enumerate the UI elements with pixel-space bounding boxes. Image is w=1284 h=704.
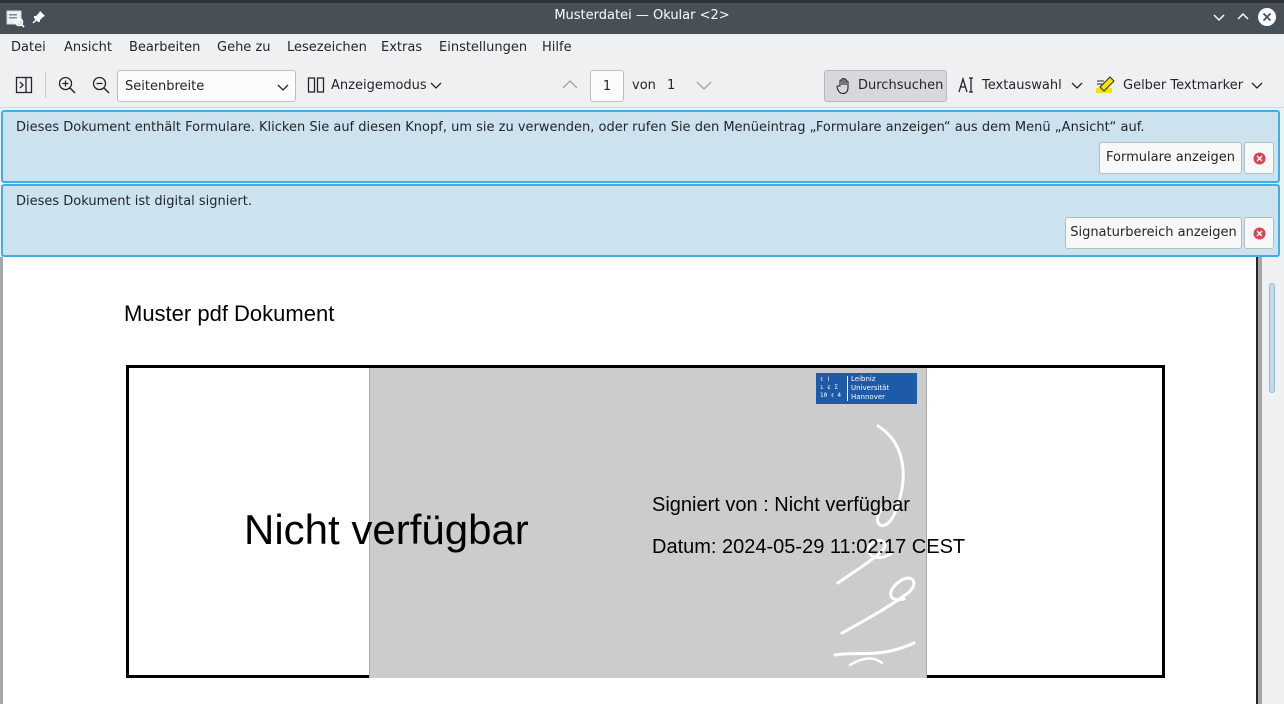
signature-infobar-message: Dieses Dokument ist digital signiert. — [16, 194, 252, 209]
previous-page-icon[interactable] — [561, 76, 579, 94]
university-logo: ℓ ǀı ε Σ 10 ℓ 4 Leibniz Universität Hanno… — [816, 373, 917, 404]
chevron-down-icon[interactable] — [1251, 76, 1263, 94]
chevron-down-icon[interactable] — [430, 76, 442, 94]
menubar: Datei Ansicht Bearbeiten Gehe zu Lesezei… — [0, 34, 1284, 62]
signer-name-large: Nicht verfügbar — [244, 506, 529, 553]
maximize-icon[interactable] — [1235, 9, 1251, 25]
menu-extras[interactable]: Extras — [381, 40, 422, 55]
menu-gehe-zu[interactable]: Gehe zu — [217, 40, 271, 55]
close-icon — [1253, 152, 1266, 165]
menu-ansicht[interactable]: Ansicht — [64, 40, 112, 55]
menu-datei[interactable]: Datei — [11, 40, 46, 55]
forms-infobar-message: Dieses Dokument enthält Formulare. Klick… — [16, 120, 1145, 135]
total-pages: 1 — [667, 78, 676, 93]
document-title: Muster pdf Dokument — [124, 301, 335, 326]
next-page-icon[interactable] — [695, 76, 713, 94]
document-view[interactable]: Muster pdf Dokument ℓ ǀı ε Σ 10 ℓ 4 Leibn… — [0, 257, 1284, 704]
window-titlebar: Musterdatei — Okular <2> — [0, 0, 1284, 34]
menu-einstellungen[interactable]: Einstellungen — [439, 40, 527, 55]
menu-lesezeichen[interactable]: Lesezeichen — [287, 40, 367, 55]
signed-by-text: Signiert von : Nicht verfügbar — [652, 494, 910, 516]
forms-infobar: Dieses Dokument enthält Formulare. Klick… — [1, 110, 1280, 183]
zoom-mode-value: Seitenbreite — [125, 79, 205, 94]
show-forms-button[interactable]: Formulare anzeigen — [1099, 142, 1242, 174]
signature-infobar: Dieses Dokument ist digital signiert. Si… — [1, 184, 1280, 257]
signature-field[interactable]: ℓ ǀı ε Σ 10 ℓ 4 Leibniz Universität Hanno… — [126, 365, 1165, 678]
minimize-icon[interactable] — [1211, 9, 1227, 25]
titlebar-accent — [0, 0, 1284, 3]
page-of-label: von — [632, 78, 656, 93]
scrollbar-thumb[interactable] — [1269, 283, 1275, 393]
window-title: Musterdatei — Okular <2> — [554, 8, 730, 23]
text-select-icon[interactable] — [958, 76, 976, 94]
zoom-mode-select[interactable]: Seitenbreite — [117, 70, 296, 102]
close-signature-infobar-button[interactable] — [1244, 217, 1274, 249]
page-number-input[interactable]: 1 — [590, 70, 624, 102]
close-window-icon[interactable] — [1257, 7, 1277, 27]
vertical-scrollbar[interactable] — [1262, 257, 1284, 704]
signature-date-text: Datum: 2024-05-29 11:02:17 CEST — [652, 536, 966, 558]
chevron-down-icon — [277, 84, 289, 91]
chevron-down-icon[interactable] — [1071, 76, 1083, 94]
pdf-page: Muster pdf Dokument ℓ ǀı ε Σ 10 ℓ 4 Leibn… — [3, 257, 1258, 704]
close-icon — [1253, 227, 1266, 240]
menu-bearbeiten[interactable]: Bearbeiten — [129, 40, 200, 55]
text-select-button[interactable]: Textauswahl — [982, 78, 1062, 93]
zoom-out-icon[interactable] — [92, 76, 110, 94]
view-mode-icon[interactable] — [307, 76, 325, 94]
logo-mark: ℓ ǀı ε Σ 10 ℓ 4 — [820, 376, 841, 399]
show-signature-panel-button[interactable]: Signaturbereich anzeigen — [1065, 217, 1242, 249]
highlighter-button[interactable]: Gelber Textmarker — [1123, 78, 1243, 93]
highlighter-icon[interactable] — [1095, 75, 1117, 95]
browse-label: Durchsuchen — [858, 78, 944, 93]
main-toolbar: Seitenbreite Anzeigemodus 1 von 1 Durchs… — [0, 62, 1284, 108]
browse-tool-button[interactable]: Durchsuchen — [824, 70, 947, 102]
zoom-in-icon[interactable] — [58, 76, 76, 94]
view-mode-button[interactable]: Anzeigemodus — [331, 78, 427, 93]
sidebar-toggle-icon[interactable] — [15, 76, 33, 94]
hand-icon — [836, 77, 849, 95]
close-forms-infobar-button[interactable] — [1244, 142, 1274, 174]
toolbar-separator — [45, 72, 46, 98]
menu-hilfe[interactable]: Hilfe — [542, 40, 572, 55]
